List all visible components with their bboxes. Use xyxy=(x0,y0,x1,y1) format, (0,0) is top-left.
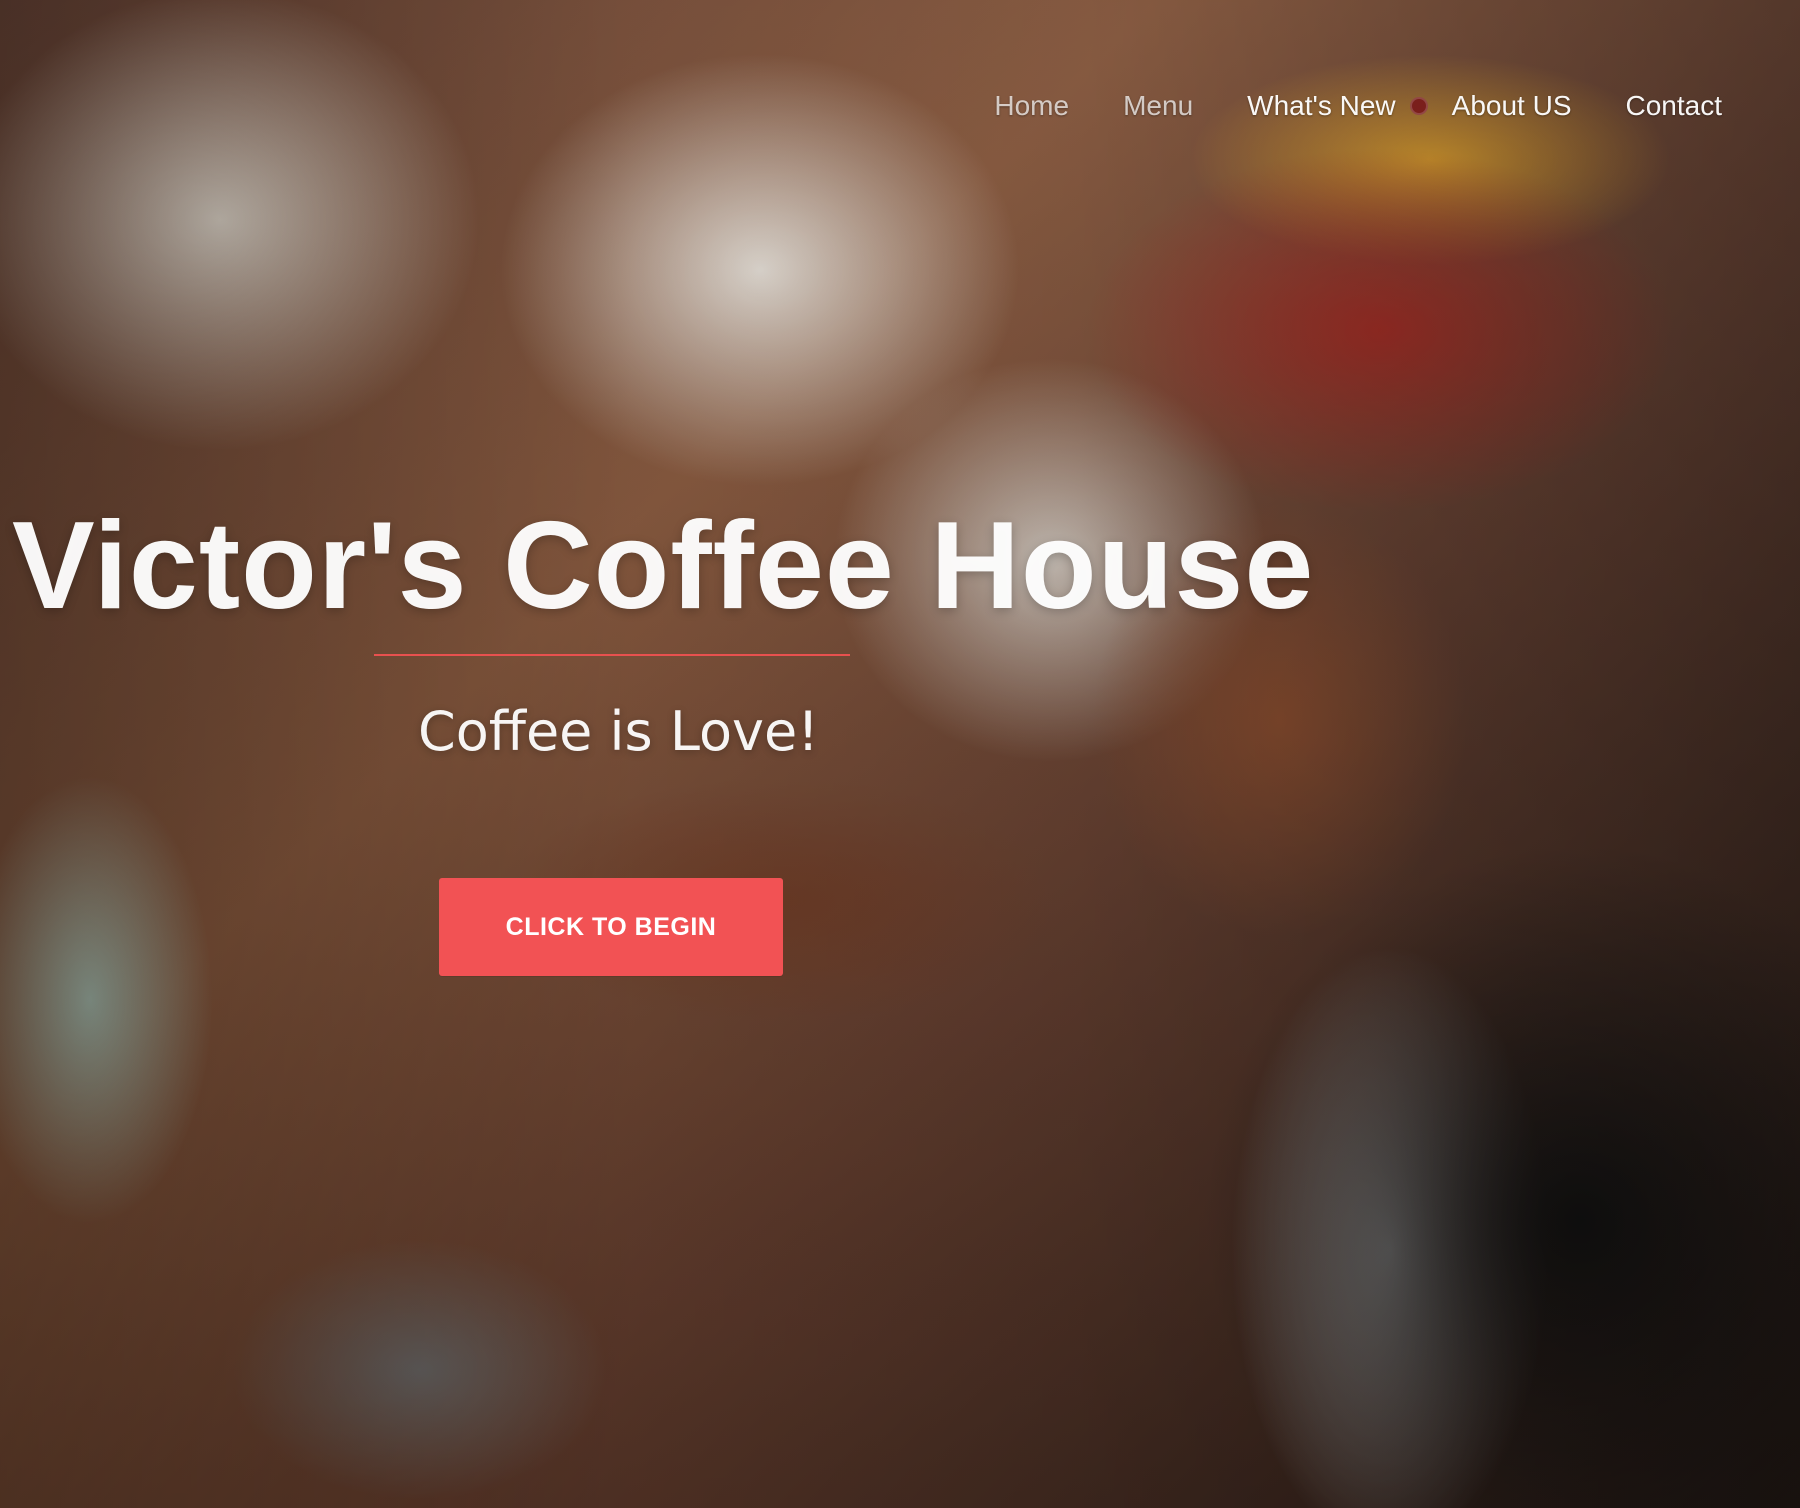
hero-content: Victor's Coffee House Coffee is Love! CL… xyxy=(0,0,1800,1508)
click-to-begin-button[interactable]: CLICK TO BEGIN xyxy=(439,878,783,976)
hero-background: Home Menu What's New About US Contact Vi… xyxy=(0,0,1800,1508)
title-divider xyxy=(374,654,850,656)
hero-subtitle: Coffee is Love! xyxy=(418,700,819,763)
hero-title: Victor's Coffee House xyxy=(12,497,1315,635)
